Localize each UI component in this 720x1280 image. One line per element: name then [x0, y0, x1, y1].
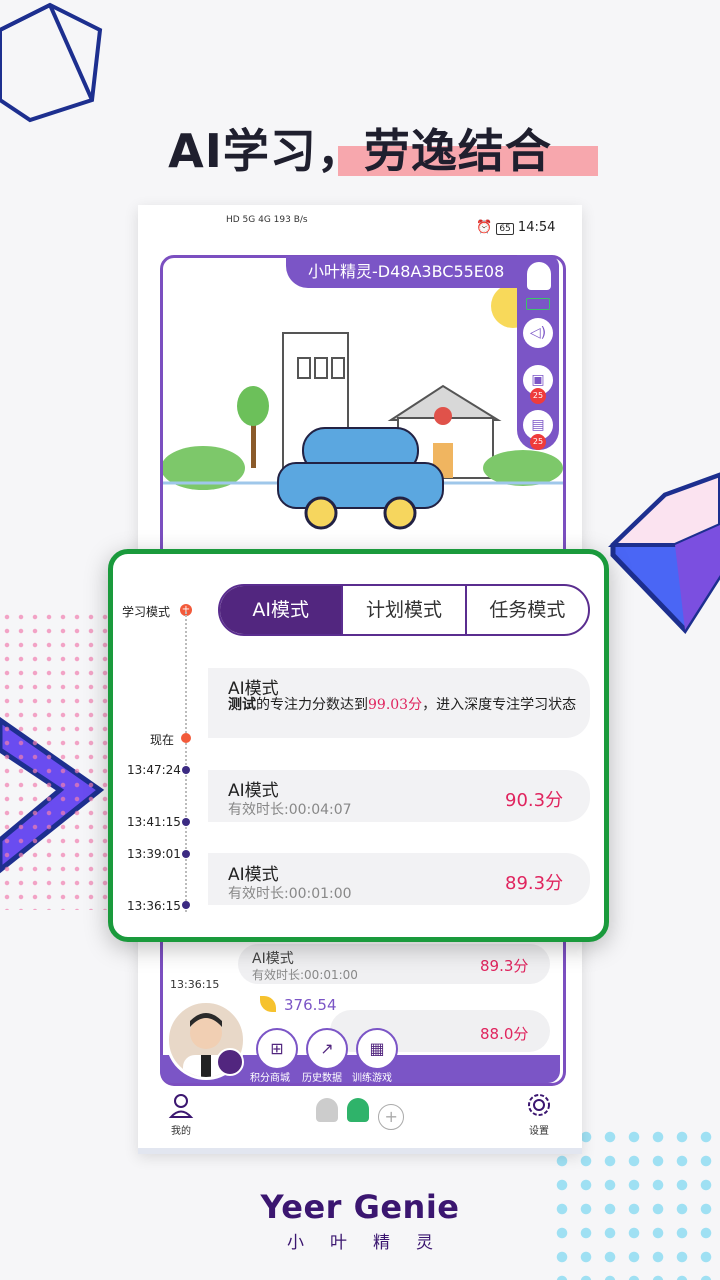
device-status-icon[interactable]: [527, 262, 551, 290]
message-pre: 的专注力分数达到: [256, 697, 368, 713]
device-switcher[interactable]: +: [316, 1098, 405, 1130]
camera-badge: 25: [530, 388, 546, 404]
brand-logo: Yeer Genie 小叶精灵: [0, 1188, 720, 1253]
phone-bottom-edge: [138, 1148, 582, 1154]
status-clock: ⏰ 65 14:54: [476, 220, 555, 235]
entry-2-duration: 有效时长:00:01:00: [228, 886, 352, 902]
entry-2-end: 13:36:15: [127, 899, 181, 913]
message-post: ，进入深度专注学习状态: [422, 697, 577, 713]
cube-outline-top-left: [0, 2, 103, 123]
tab-ai-mode[interactable]: AI模式: [220, 586, 342, 634]
message-score: 99.03分: [368, 697, 423, 713]
entry-1-end: 13:41:15: [127, 815, 181, 829]
message-bold: 测试: [228, 697, 256, 713]
calendar-icon[interactable]: ▦: [356, 1028, 398, 1070]
tab-task-mode[interactable]: 任务模式: [464, 586, 588, 634]
tab-plan-mode[interactable]: 计划模式: [341, 586, 464, 634]
speaker-icon[interactable]: ◁): [523, 318, 553, 348]
entry-1-score: 90.3分: [505, 790, 564, 811]
behind-score-2: 88.0分: [480, 1025, 529, 1043]
entry-2-start: 13:39:01: [127, 847, 181, 861]
status-time: 14:54: [517, 220, 556, 235]
entry-2-score: 89.3分: [505, 873, 564, 894]
entry-1-start-dot: [182, 766, 190, 774]
entry-1-end-dot: [182, 818, 190, 826]
chart-icon[interactable]: ↗: [306, 1028, 348, 1070]
car-illustration: [163, 284, 563, 530]
now-dot: [181, 733, 191, 743]
nav-settings[interactable]: 设置: [524, 1092, 554, 1137]
battery-level-icon: [526, 298, 550, 310]
study-mode-label: 学习模式: [122, 605, 171, 619]
page-headline: AI学习，劳逸结合: [168, 124, 552, 178]
behind-row-title: AI模式: [252, 951, 294, 967]
message-text: 测试的专注力分数达到99.03分，进入深度专注学习状态: [228, 696, 584, 715]
message-badge: 25: [530, 434, 546, 450]
behind-row-score: 89.3分: [480, 957, 529, 975]
device-green-icon[interactable]: [347, 1098, 370, 1122]
add-device-icon[interactable]: +: [378, 1104, 405, 1130]
gear-icon: [528, 1094, 550, 1116]
nav-settings-label: 设置: [529, 1126, 549, 1137]
entry-2-title: AI模式: [228, 865, 279, 885]
points-shop-label[interactable]: 积分商城: [250, 1069, 290, 1084]
study-badge-icon: [216, 1048, 244, 1076]
entry-1-start: 13:47:24: [127, 763, 181, 777]
points-value: 376.54: [284, 996, 337, 1014]
pink-dot-pattern: [0, 610, 110, 910]
battery-icon: 65: [496, 223, 514, 235]
nav-me-label: 我的: [171, 1126, 191, 1137]
device-gray-icon[interactable]: [316, 1098, 338, 1122]
training-game-label[interactable]: 训练游戏: [352, 1069, 392, 1084]
entry-1-duration: 有效时长:00:04:07: [228, 802, 352, 818]
brand-chinese: 小叶精灵: [287, 1233, 459, 1253]
timeline-line: [185, 612, 187, 912]
entry-2-start-dot: [182, 850, 190, 858]
gift-icon[interactable]: ⊞: [256, 1028, 298, 1070]
cube-decoration-right: [608, 472, 720, 635]
device-card: [160, 255, 566, 591]
alarm-icon: ⏰: [476, 220, 493, 235]
status-network: HD 5G 4G 193 B/s: [226, 215, 308, 225]
brand-english: Yeer Genie: [260, 1188, 460, 1226]
history-data-label[interactable]: 历史数据: [302, 1069, 342, 1084]
user-icon: [168, 1094, 194, 1118]
behind-row-time: 13:36:15: [170, 978, 220, 991]
mode-tabs: AI模式 计划模式 任务模式: [218, 584, 590, 636]
entry-1-title: AI模式: [228, 781, 279, 801]
nav-me[interactable]: 我的: [166, 1092, 196, 1137]
now-label: 现在: [150, 733, 175, 747]
behind-row-sub: 有效时长:00:01:00: [252, 968, 358, 982]
entry-2-end-dot: [182, 901, 190, 909]
